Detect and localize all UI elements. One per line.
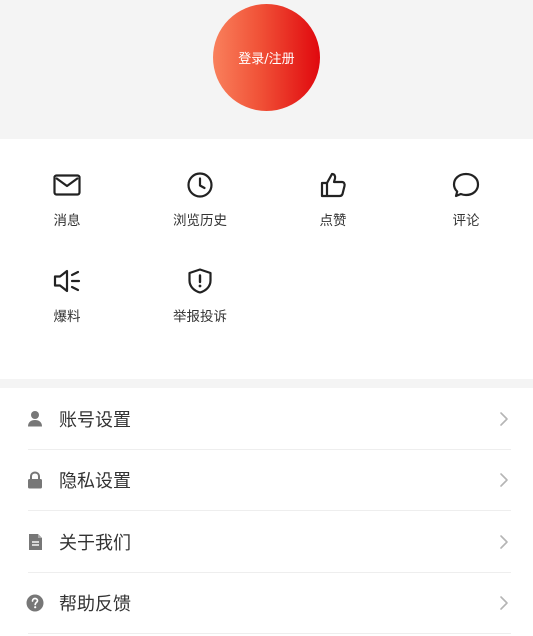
profile-header: 登录/注册 xyxy=(0,0,533,139)
menu-item-label: 帮助反馈 xyxy=(59,594,131,616)
quick-action-label: 点赞 xyxy=(319,213,347,229)
chevron-right-icon xyxy=(499,595,509,611)
lock-icon xyxy=(26,471,44,489)
shield-alert-icon xyxy=(185,266,215,296)
section-divider xyxy=(0,379,533,388)
quick-action-tipoff[interactable]: 爆料 xyxy=(17,266,117,346)
quick-action-history[interactable]: 浏览历史 xyxy=(150,170,250,250)
chevron-right-icon xyxy=(499,472,509,488)
clock-icon xyxy=(185,170,215,200)
megaphone-icon xyxy=(52,266,82,296)
quick-action-label: 举报投诉 xyxy=(173,309,227,325)
mail-icon xyxy=(52,170,82,200)
quick-action-comments[interactable]: 评论 xyxy=(416,170,516,250)
menu-item-label: 隐私设置 xyxy=(59,471,131,493)
quick-action-report[interactable]: 举报投诉 xyxy=(150,266,250,346)
comment-icon xyxy=(451,170,481,200)
thumbs-up-icon xyxy=(318,170,348,200)
quick-action-label: 爆料 xyxy=(53,309,81,325)
login-register-button[interactable]: 登录/注册 xyxy=(213,4,320,111)
user-icon xyxy=(26,410,44,428)
menu-item-privacy-settings[interactable]: 隐私设置 xyxy=(0,450,533,511)
menu-item-label: 账号设置 xyxy=(59,409,131,431)
login-register-label: 登录/注册 xyxy=(238,52,295,67)
quick-action-label: 浏览历史 xyxy=(173,213,227,229)
quick-action-likes[interactable]: 点赞 xyxy=(283,170,383,250)
menu-item-label: 关于我们 xyxy=(59,532,131,554)
menu-item-account-settings[interactable]: 账号设置 xyxy=(0,388,533,450)
menu-item-about-us[interactable]: 关于我们 xyxy=(0,511,533,573)
menu-item-help-feedback[interactable]: 帮助反馈 xyxy=(0,573,533,634)
row-divider xyxy=(28,633,511,634)
chevron-right-icon xyxy=(499,411,509,427)
document-icon xyxy=(26,533,44,551)
quick-action-messages[interactable]: 消息 xyxy=(17,170,117,250)
settings-menu: 账号设置 隐私设置 关于我们 帮助反馈 xyxy=(0,388,533,634)
help-icon xyxy=(26,594,44,612)
chevron-right-icon xyxy=(499,534,509,550)
quick-action-label: 消息 xyxy=(53,213,81,229)
quick-action-label: 评论 xyxy=(452,213,480,229)
quick-actions-grid: 消息 浏览历史 点赞 评论 爆料 举报投诉 xyxy=(0,139,533,379)
